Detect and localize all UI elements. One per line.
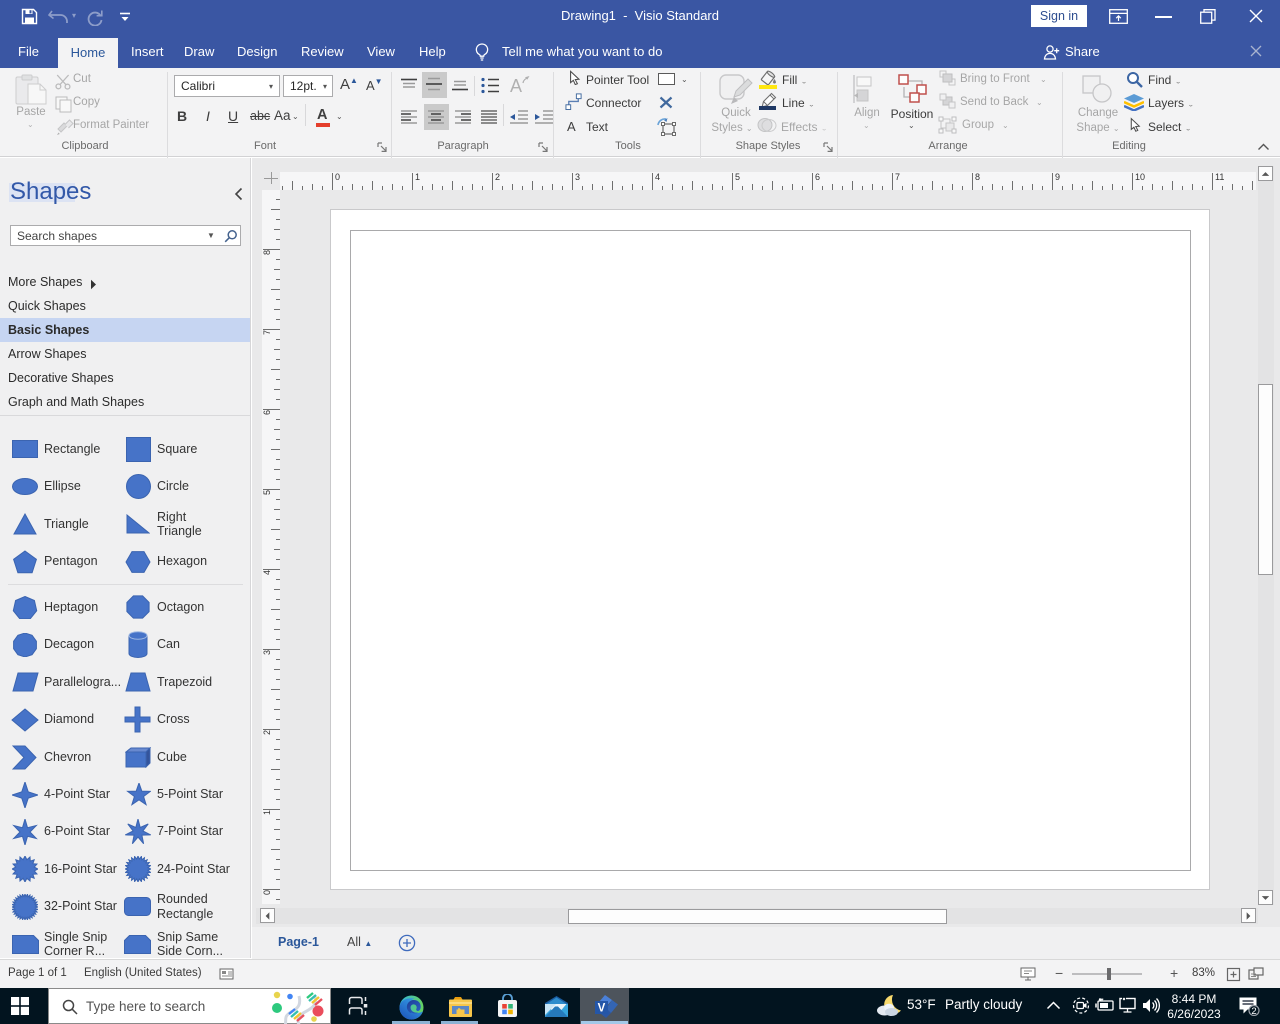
svg-text:2: 2 bbox=[495, 172, 500, 182]
svg-text:8: 8 bbox=[975, 172, 980, 182]
svg-text:7: 7 bbox=[262, 330, 272, 335]
svg-text:1: 1 bbox=[415, 172, 420, 182]
svg-text:9: 9 bbox=[1055, 172, 1060, 182]
svg-text:V: V bbox=[598, 1003, 606, 1015]
svg-text:A: A bbox=[510, 76, 522, 96]
svg-text:5: 5 bbox=[262, 490, 272, 495]
svg-text:4: 4 bbox=[655, 172, 660, 182]
svg-text:8: 8 bbox=[262, 250, 272, 255]
svg-text:0: 0 bbox=[335, 172, 340, 182]
svg-text:3: 3 bbox=[575, 172, 580, 182]
svg-text:2: 2 bbox=[1251, 1006, 1256, 1016]
svg-text:11: 11 bbox=[1215, 172, 1224, 182]
svg-text:2: 2 bbox=[262, 730, 272, 735]
svg-text:5: 5 bbox=[735, 172, 740, 182]
svg-text:3: 3 bbox=[262, 650, 272, 655]
svg-text:6: 6 bbox=[262, 410, 272, 415]
svg-text:0: 0 bbox=[262, 890, 272, 895]
svg-text:6: 6 bbox=[815, 172, 820, 182]
svg-text:10: 10 bbox=[1135, 172, 1145, 182]
svg-text:4: 4 bbox=[262, 570, 272, 575]
svg-text:1: 1 bbox=[262, 810, 272, 815]
svg-text:7: 7 bbox=[895, 172, 900, 182]
